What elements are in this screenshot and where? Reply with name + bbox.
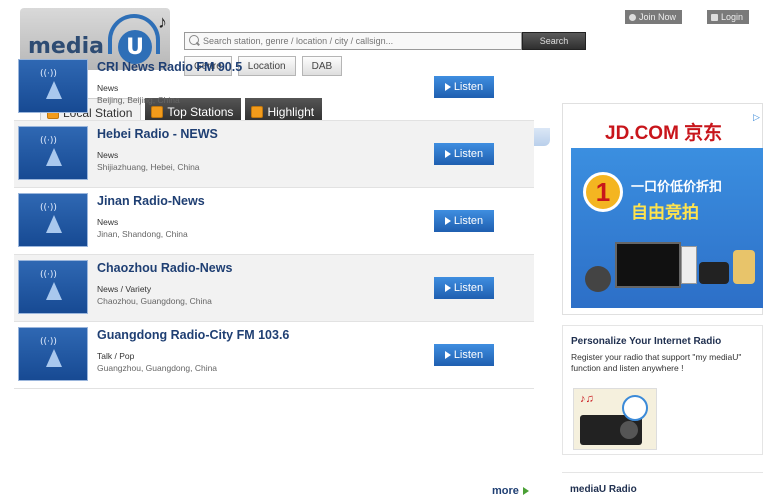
ad-number-badge: 1 xyxy=(583,172,623,212)
station-location: Shijiazhuang, Hebei, China xyxy=(97,162,200,172)
ad-products-image xyxy=(585,236,755,296)
station-genre: News xyxy=(97,83,119,93)
station-location: Guangzhou, Guangdong, China xyxy=(97,363,218,373)
music-note-icon: ♪ xyxy=(158,12,167,32)
listen-label: Listen xyxy=(453,282,484,294)
personalize-promo: Personalize Your Internet Radio Register… xyxy=(562,325,763,455)
more-link[interactable]: more xyxy=(492,485,529,497)
headphone-icon xyxy=(622,395,648,421)
station-name[interactable]: CRI News Radio FM 90.5 xyxy=(97,60,242,74)
more-label: more xyxy=(492,485,519,497)
station-name[interactable]: Hebei Radio - NEWS xyxy=(97,127,218,141)
station-location: Chaozhou, Guangdong, China xyxy=(97,296,212,306)
camera-image xyxy=(699,262,729,284)
listen-label: Listen xyxy=(453,81,484,93)
ad-brand: JD.COM 京东 xyxy=(605,123,723,144)
ad-choices-icon[interactable]: ▷ xyxy=(753,112,760,123)
login-button[interactable]: Login xyxy=(707,10,750,24)
station-genre: News xyxy=(97,217,119,227)
play-icon xyxy=(444,217,451,225)
laptop-image xyxy=(615,242,681,288)
station-row: Chaozhou Radio-News News / Variety Chaoz… xyxy=(14,255,534,322)
login-icon xyxy=(711,13,718,21)
mediau-radio-title[interactable]: mediaU Radio xyxy=(570,484,637,495)
music-notes-icon: ♪♫ xyxy=(580,393,594,405)
ad-headline: 一口价低价折扣 xyxy=(631,179,723,194)
play-icon xyxy=(444,150,451,158)
listen-button[interactable]: Listen xyxy=(434,76,494,98)
station-row: Jinan Radio-News News Jinan, Shandong, C… xyxy=(14,188,534,255)
station-location: Jinan, Shandong, China xyxy=(97,229,188,239)
listen-label: Listen xyxy=(453,215,484,227)
radio-tower-icon xyxy=(40,203,68,235)
speaker-grill xyxy=(620,421,638,439)
station-row: CRI News Radio FM 90.5 News Beijing, Bei… xyxy=(14,54,534,121)
radio-tower-icon xyxy=(40,337,68,369)
station-name[interactable]: Chaozhou Radio-News xyxy=(97,261,232,275)
watch-image xyxy=(585,266,611,292)
station-genre: Talk / Pop xyxy=(97,351,135,361)
station-genre: News / Variety xyxy=(97,284,152,294)
search-bar: Search xyxy=(184,32,586,52)
divider xyxy=(562,472,763,473)
station-thumbnail[interactable] xyxy=(18,59,88,113)
promo-title[interactable]: Personalize Your Internet Radio xyxy=(571,336,721,347)
station-genre: News xyxy=(97,150,119,160)
listen-button[interactable]: Listen xyxy=(434,344,494,366)
phone-image xyxy=(681,246,697,284)
station-thumbnail[interactable] xyxy=(18,126,88,180)
station-location: Beijing, Beijing, China xyxy=(97,95,180,105)
radio-tower-icon xyxy=(40,69,68,101)
radio-tower-icon xyxy=(40,270,68,302)
listen-button[interactable]: Listen xyxy=(434,143,494,165)
station-name[interactable]: Guangdong Radio-City FM 103.6 xyxy=(97,328,289,342)
login-label: Login xyxy=(721,12,744,22)
search-input[interactable] xyxy=(184,32,522,50)
ad-subheadline: 自由竞拍 xyxy=(631,203,699,222)
station-thumbnail[interactable] xyxy=(18,193,88,247)
station-thumbnail[interactable] xyxy=(18,327,88,381)
play-icon xyxy=(444,83,451,91)
search-icon xyxy=(189,35,199,45)
ad-banner: 1 一口价低价折扣 自由竞拍 xyxy=(571,148,763,308)
station-thumbnail[interactable] xyxy=(18,260,88,314)
search-button[interactable]: Search xyxy=(522,32,586,50)
join-now-label: Join Now xyxy=(639,12,677,22)
listen-label: Listen xyxy=(453,148,484,160)
radio-image[interactable]: ♪♫ xyxy=(573,388,657,450)
user-icon xyxy=(629,13,636,21)
listen-button[interactable]: Listen xyxy=(434,210,494,232)
station-row: Guangdong Radio-City FM 103.6 Talk / Pop… xyxy=(14,322,534,389)
listen-label: Listen xyxy=(453,349,484,361)
promo-text: Register your radio that support "my med… xyxy=(571,352,742,373)
station-list: CRI News Radio FM 90.5 News Beijing, Bei… xyxy=(14,54,534,389)
station-row: Hebei Radio - NEWS News Shijiazhuang, He… xyxy=(14,121,534,188)
arrow-right-icon xyxy=(522,487,529,495)
bag-image xyxy=(733,250,755,284)
join-now-button[interactable]: Join Now xyxy=(625,10,683,24)
listen-button[interactable]: Listen xyxy=(434,277,494,299)
jd-advertisement[interactable]: JD.COM 京东 ▷ 1 一口价低价折扣 自由竞拍 xyxy=(562,103,763,315)
station-name[interactable]: Jinan Radio-News xyxy=(97,194,205,208)
radio-tower-icon xyxy=(40,136,68,168)
play-icon xyxy=(444,351,451,359)
play-icon xyxy=(444,284,451,292)
